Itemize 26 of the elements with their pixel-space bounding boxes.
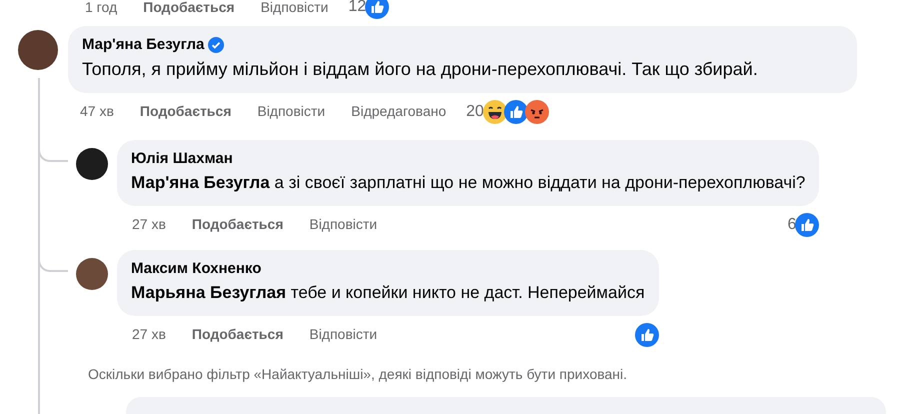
comment-text: Мар'яна Безугла а зі своєї зарплатні що не можно віддати на дрони-перехоплювачі? bbox=[131, 172, 806, 194]
edited-label: Відредаговано bbox=[351, 102, 446, 122]
reaction-count: 12 bbox=[348, 0, 366, 17]
avatar[interactable] bbox=[76, 258, 108, 290]
filter-note: Оскільки вибрано фільтр «Найактуальніші», деякі відповіді можуть бути приховані. bbox=[88, 364, 628, 384]
like-link[interactable]: Подобається bbox=[140, 101, 232, 122]
reply-link[interactable]: Відповісти bbox=[257, 101, 326, 122]
comment-text: Марьяна Безуглая тебе и копейки никто не даст. Непереймайся bbox=[131, 282, 645, 304]
timestamp: 47 хв bbox=[80, 102, 114, 122]
timestamp: 27 хв bbox=[132, 325, 166, 344]
author-name[interactable]: Мар'яна Безугла bbox=[82, 34, 204, 56]
author-name[interactable]: Юлія Шахман bbox=[131, 148, 806, 170]
avatar[interactable] bbox=[76, 148, 108, 180]
reply-link[interactable]: Відповісти bbox=[260, 0, 328, 18]
like-link[interactable]: Подобається bbox=[192, 324, 284, 346]
timestamp: 1 год bbox=[85, 0, 118, 17]
like-link[interactable]: Подобається bbox=[143, 0, 235, 18]
reaction-count: 6 bbox=[787, 214, 796, 235]
like-link[interactable]: Подобається bbox=[192, 214, 284, 236]
comment-text: Тополя, я прийму мільйон і віддам його на дрони-перехоплювачі. Так що збирай. bbox=[82, 58, 759, 81]
reply-link[interactable]: Відповісти bbox=[309, 214, 378, 236]
author-name[interactable]: Максим Кохненко bbox=[131, 258, 645, 280]
avatar[interactable] bbox=[18, 30, 58, 70]
reaction-count: 20 bbox=[466, 102, 484, 122]
timestamp: 27 хв bbox=[132, 215, 166, 234]
reply-link[interactable]: Відповісти bbox=[309, 324, 378, 346]
